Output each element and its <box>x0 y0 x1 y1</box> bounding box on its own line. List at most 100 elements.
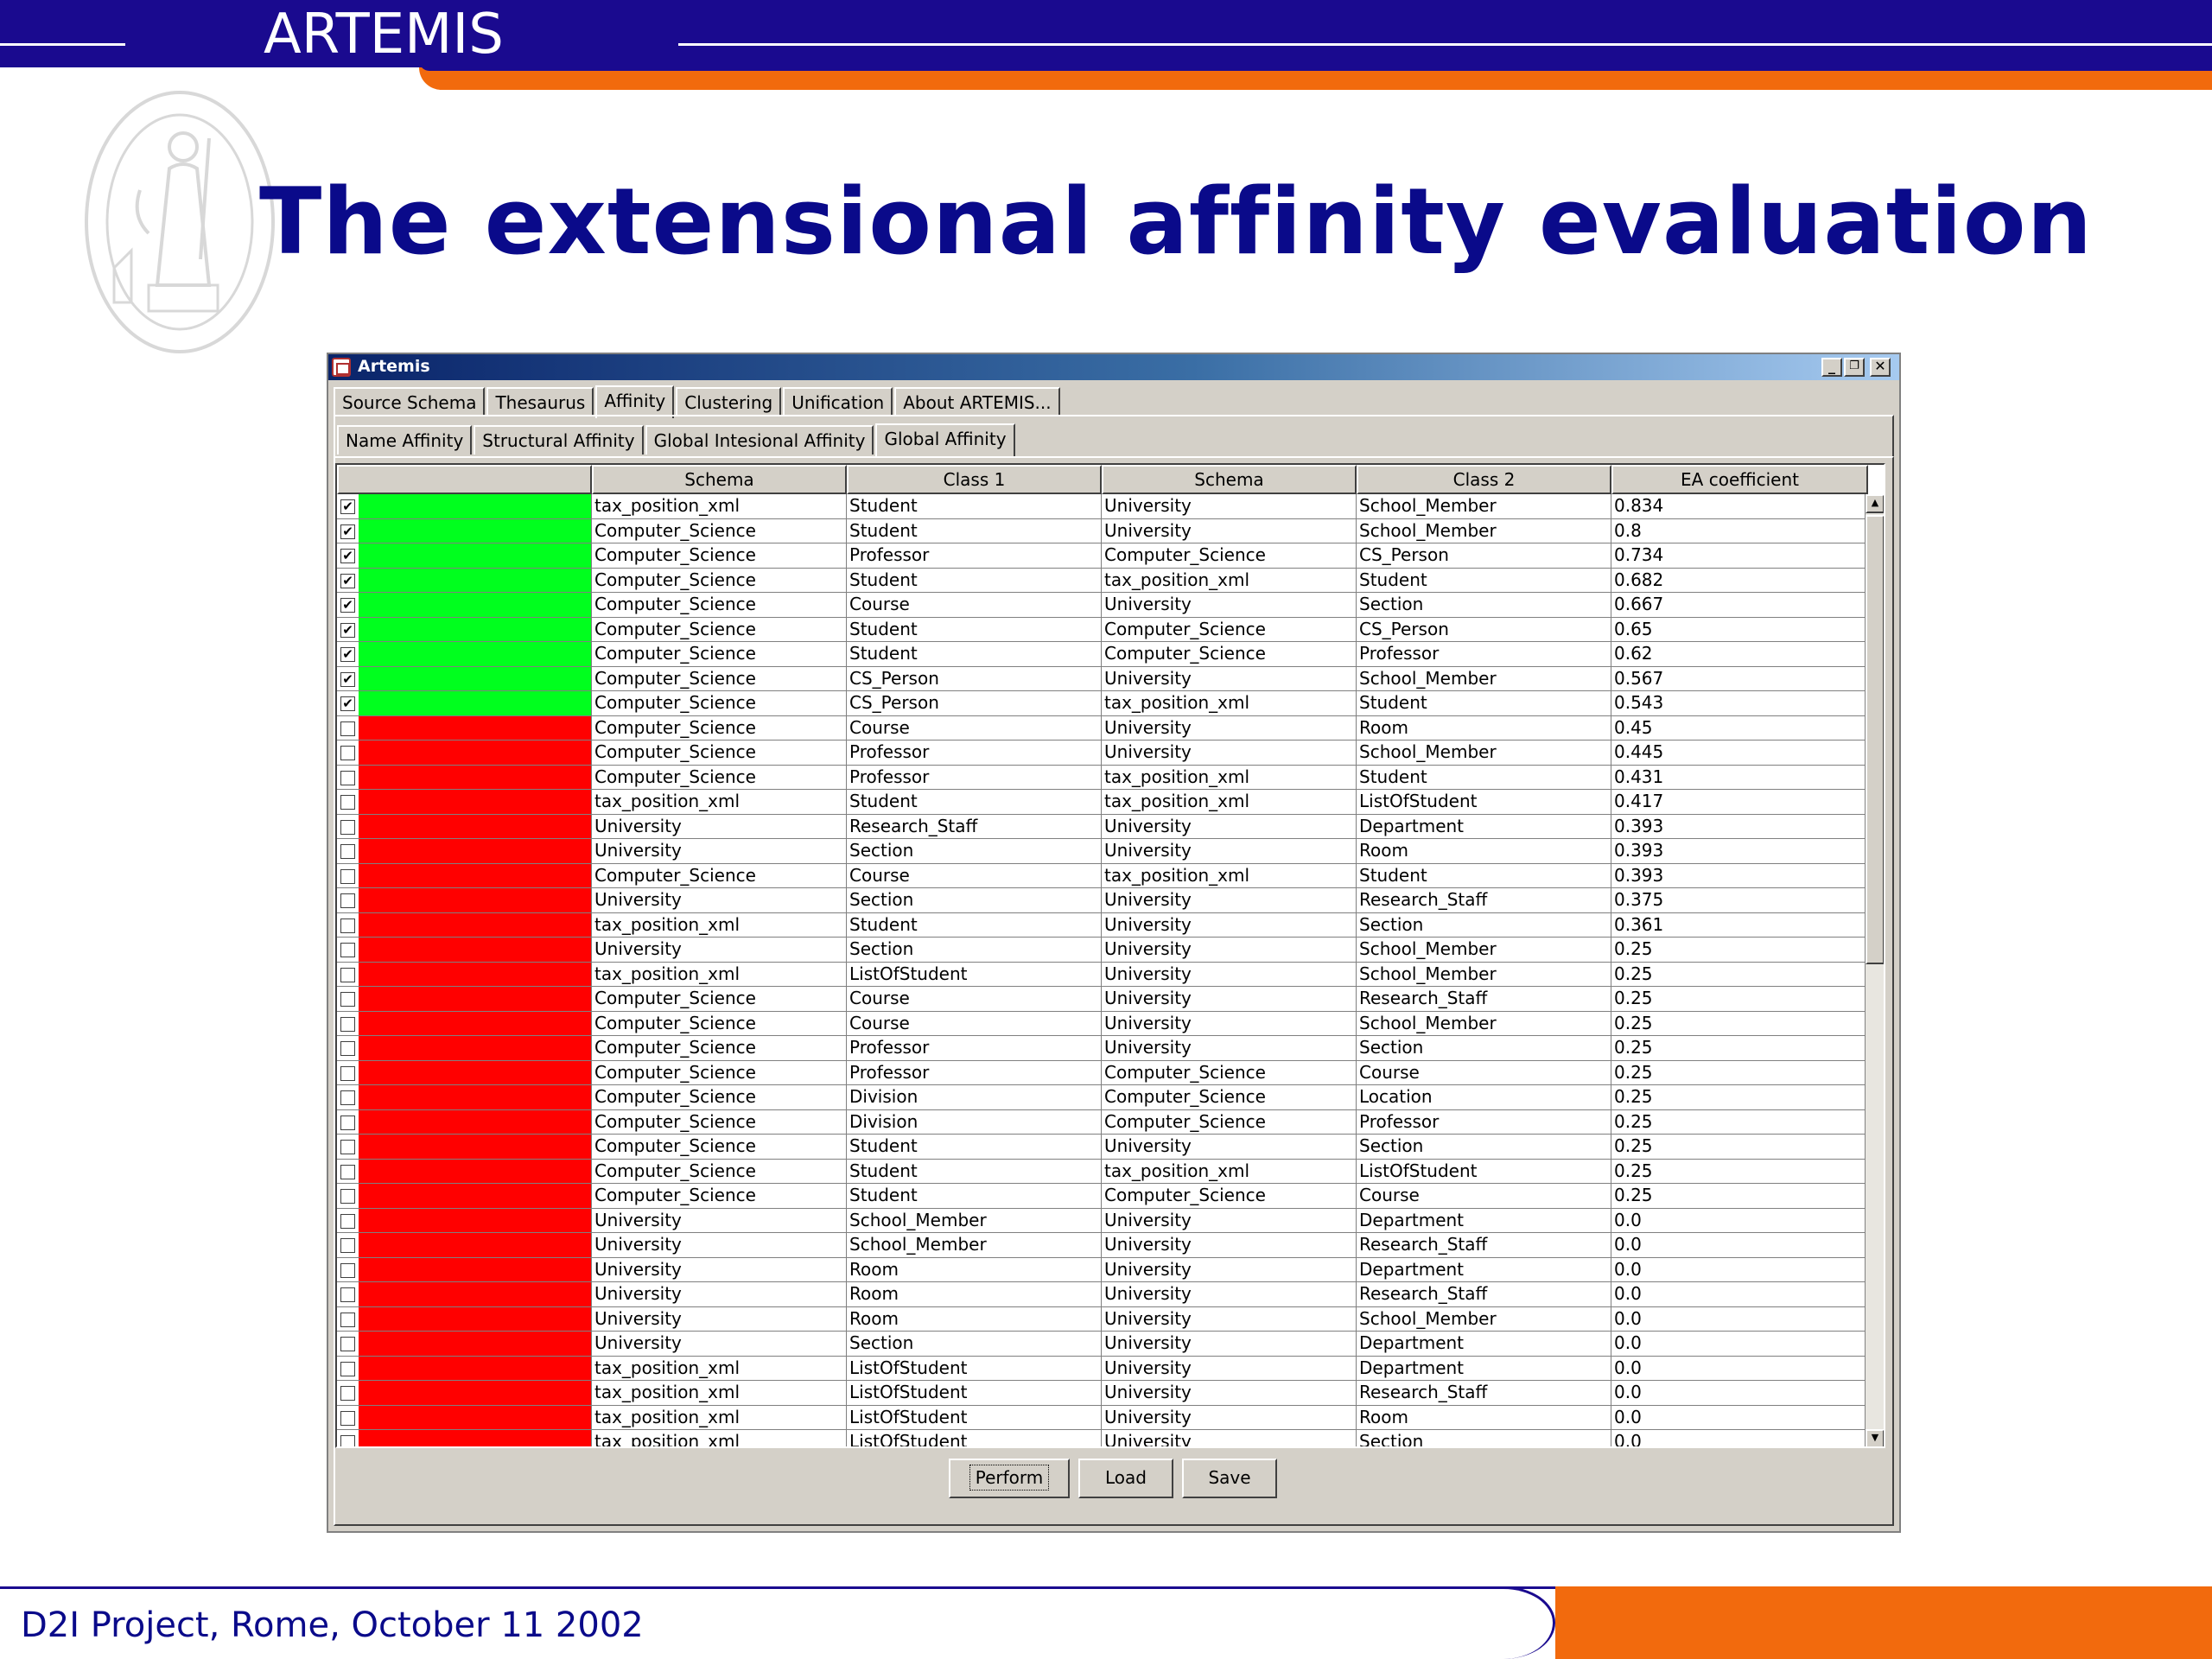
vertical-scrollbar[interactable]: ▲ ▼ <box>1865 494 1884 1446</box>
class-1-cell[interactable]: Student <box>847 790 1102 815</box>
class-1-cell[interactable]: Student <box>847 1184 1102 1209</box>
ea-coefficient-cell[interactable]: 0.65 <box>1611 617 1868 642</box>
schema-2-cell[interactable]: tax_position_xml <box>1102 691 1357 716</box>
schema-2-cell[interactable]: University <box>1102 938 1357 963</box>
schema-1-cell[interactable]: tax_position_xml <box>592 1430 847 1446</box>
column-header-status[interactable] <box>337 465 592 494</box>
class-2-cell[interactable]: Room <box>1357 839 1611 864</box>
schema-1-cell[interactable]: University <box>592 814 847 839</box>
table-row[interactable]: University School_Member University Researc… <box>337 1233 1868 1258</box>
row-checkbox[interactable]: ✔ <box>340 622 355 638</box>
schema-1-cell[interactable]: University <box>592 1332 847 1357</box>
table-row[interactable]: Computer_Science Professor University Schoo… <box>337 741 1868 766</box>
schema-2-cell[interactable]: University <box>1102 962 1357 987</box>
schema-1-cell[interactable]: University <box>592 1257 847 1282</box>
row-checkbox[interactable] <box>340 1065 355 1081</box>
ea-coefficient-cell[interactable]: 0.417 <box>1611 790 1868 815</box>
row-checkbox[interactable] <box>340 1410 355 1426</box>
class-2-cell[interactable]: Research_Staff <box>1357 1233 1611 1258</box>
schema-2-cell[interactable]: Computer_Science <box>1102 543 1357 569</box>
row-checkbox[interactable] <box>340 893 355 908</box>
schema-1-cell[interactable]: Computer_Science <box>592 642 847 667</box>
schema-2-cell[interactable]: University <box>1102 1036 1357 1061</box>
schema-2-cell[interactable]: University <box>1102 1332 1357 1357</box>
tab-global-affinity[interactable]: Global Affinity <box>875 423 1015 456</box>
row-checkbox[interactable] <box>340 992 355 1007</box>
class-1-cell[interactable]: Student <box>847 518 1102 543</box>
class-2-cell[interactable]: Research_Staff <box>1357 888 1611 913</box>
table-row[interactable]: Computer_Science Student tax_position_xml L… <box>337 1159 1868 1184</box>
row-checkbox[interactable] <box>340 943 355 957</box>
row-checkbox[interactable] <box>340 1262 355 1278</box>
ea-coefficient-cell[interactable]: 0.25 <box>1611 1159 1868 1184</box>
class-2-cell[interactable]: Research_Staff <box>1357 987 1611 1012</box>
class-1-cell[interactable]: Student <box>847 494 1102 519</box>
ea-coefficient-cell[interactable]: 0.393 <box>1611 814 1868 839</box>
table-row[interactable]: tax_position_xml ListOfStudent University R… <box>337 1405 1868 1430</box>
schema-2-cell[interactable]: Computer_Science <box>1102 1060 1357 1085</box>
table-row[interactable]: Computer_Science Division Computer_Science… <box>337 1109 1868 1135</box>
class-2-cell[interactable]: Section <box>1357 593 1611 618</box>
table-row[interactable]: Computer_Science Student Computer_Science C… <box>337 1184 1868 1209</box>
schema-2-cell[interactable]: University <box>1102 912 1357 938</box>
table-row[interactable]: University School_Member University Departm… <box>337 1208 1868 1233</box>
class-2-cell[interactable]: Section <box>1357 1036 1611 1061</box>
table-row[interactable]: Computer_Science Professor Computer_Scienc… <box>337 1060 1868 1085</box>
class-1-cell[interactable]: ListOfStudent <box>847 1356 1102 1381</box>
schema-1-cell[interactable]: tax_position_xml <box>592 962 847 987</box>
class-2-cell[interactable]: Research_Staff <box>1357 1282 1611 1307</box>
ea-coefficient-cell[interactable]: 0.0 <box>1611 1356 1868 1381</box>
row-checkbox[interactable] <box>340 1164 355 1179</box>
schema-1-cell[interactable]: tax_position_xml <box>592 1405 847 1430</box>
schema-2-cell[interactable]: University <box>1102 1208 1357 1233</box>
schema-1-cell[interactable]: Computer_Science <box>592 1159 847 1184</box>
schema-2-cell[interactable]: University <box>1102 1381 1357 1406</box>
class-2-cell[interactable]: School_Member <box>1357 666 1611 691</box>
class-2-cell[interactable]: CS_Person <box>1357 617 1611 642</box>
ea-coefficient-cell[interactable]: 0.25 <box>1611 987 1868 1012</box>
class-2-cell[interactable]: Student <box>1357 568 1611 593</box>
schema-1-cell[interactable]: tax_position_xml <box>592 790 847 815</box>
class-2-cell[interactable]: Department <box>1357 1208 1611 1233</box>
class-2-cell[interactable]: Department <box>1357 814 1611 839</box>
ea-coefficient-cell[interactable]: 0.25 <box>1611 1085 1868 1110</box>
class-1-cell[interactable]: Division <box>847 1109 1102 1135</box>
row-checkbox[interactable] <box>340 1287 355 1302</box>
schema-1-cell[interactable]: tax_position_xml <box>592 1356 847 1381</box>
row-checkbox[interactable]: ✔ <box>340 499 355 514</box>
table-row[interactable]: tax_position_xml Student tax_position_xml L… <box>337 790 1868 815</box>
class-1-cell[interactable]: ListOfStudent <box>847 962 1102 987</box>
row-checkbox[interactable] <box>340 1337 355 1351</box>
table-row[interactable]: University Room University Research_Staff 0.… <box>337 1282 1868 1307</box>
ea-coefficient-cell[interactable]: 0.393 <box>1611 863 1868 888</box>
class-2-cell[interactable]: Room <box>1357 715 1611 741</box>
class-1-cell[interactable]: Student <box>847 568 1102 593</box>
row-checkbox[interactable] <box>340 1090 355 1105</box>
schema-2-cell[interactable]: University <box>1102 1135 1357 1160</box>
table-row[interactable]: ✔ Computer_Science Student Computer_Science… <box>337 642 1868 667</box>
tab-name-affinity[interactable]: Name Affinity <box>337 425 473 454</box>
ea-coefficient-cell[interactable]: 0.25 <box>1611 1036 1868 1061</box>
window-titlebar[interactable]: Artemis _ ❐ ✕ <box>328 354 1899 380</box>
row-checkbox[interactable] <box>340 1213 355 1229</box>
table-row[interactable]: University Section University Room 0.393 <box>337 839 1868 864</box>
schema-1-cell[interactable]: Computer_Science <box>592 543 847 569</box>
schema-2-cell[interactable]: tax_position_xml <box>1102 863 1357 888</box>
class-1-cell[interactable]: Student <box>847 642 1102 667</box>
table-row[interactable]: University Room University Department 0.0 <box>337 1257 1868 1282</box>
table-row[interactable]: Computer_Science Course University Room 0.45 <box>337 715 1868 741</box>
class-1-cell[interactable]: Course <box>847 1011 1102 1036</box>
row-checkbox[interactable] <box>340 868 355 884</box>
class-2-cell[interactable]: Department <box>1357 1356 1611 1381</box>
schema-2-cell[interactable]: tax_position_xml <box>1102 765 1357 790</box>
schema-2-cell[interactable]: Computer_Science <box>1102 617 1357 642</box>
schema-1-cell[interactable]: Computer_Science <box>592 715 847 741</box>
class-1-cell[interactable]: Student <box>847 1159 1102 1184</box>
tab-global-intesional-affinity[interactable]: Global Intesional Affinity <box>645 425 874 454</box>
table-row[interactable]: University Research_Staff University Depart… <box>337 814 1868 839</box>
schema-2-cell[interactable]: Computer_Science <box>1102 1184 1357 1209</box>
tab-unification[interactable]: Unification <box>783 387 893 416</box>
tab-affinity[interactable]: Affinity <box>595 385 675 418</box>
ea-coefficient-cell[interactable]: 0.682 <box>1611 568 1868 593</box>
schema-2-cell[interactable]: University <box>1102 1257 1357 1282</box>
